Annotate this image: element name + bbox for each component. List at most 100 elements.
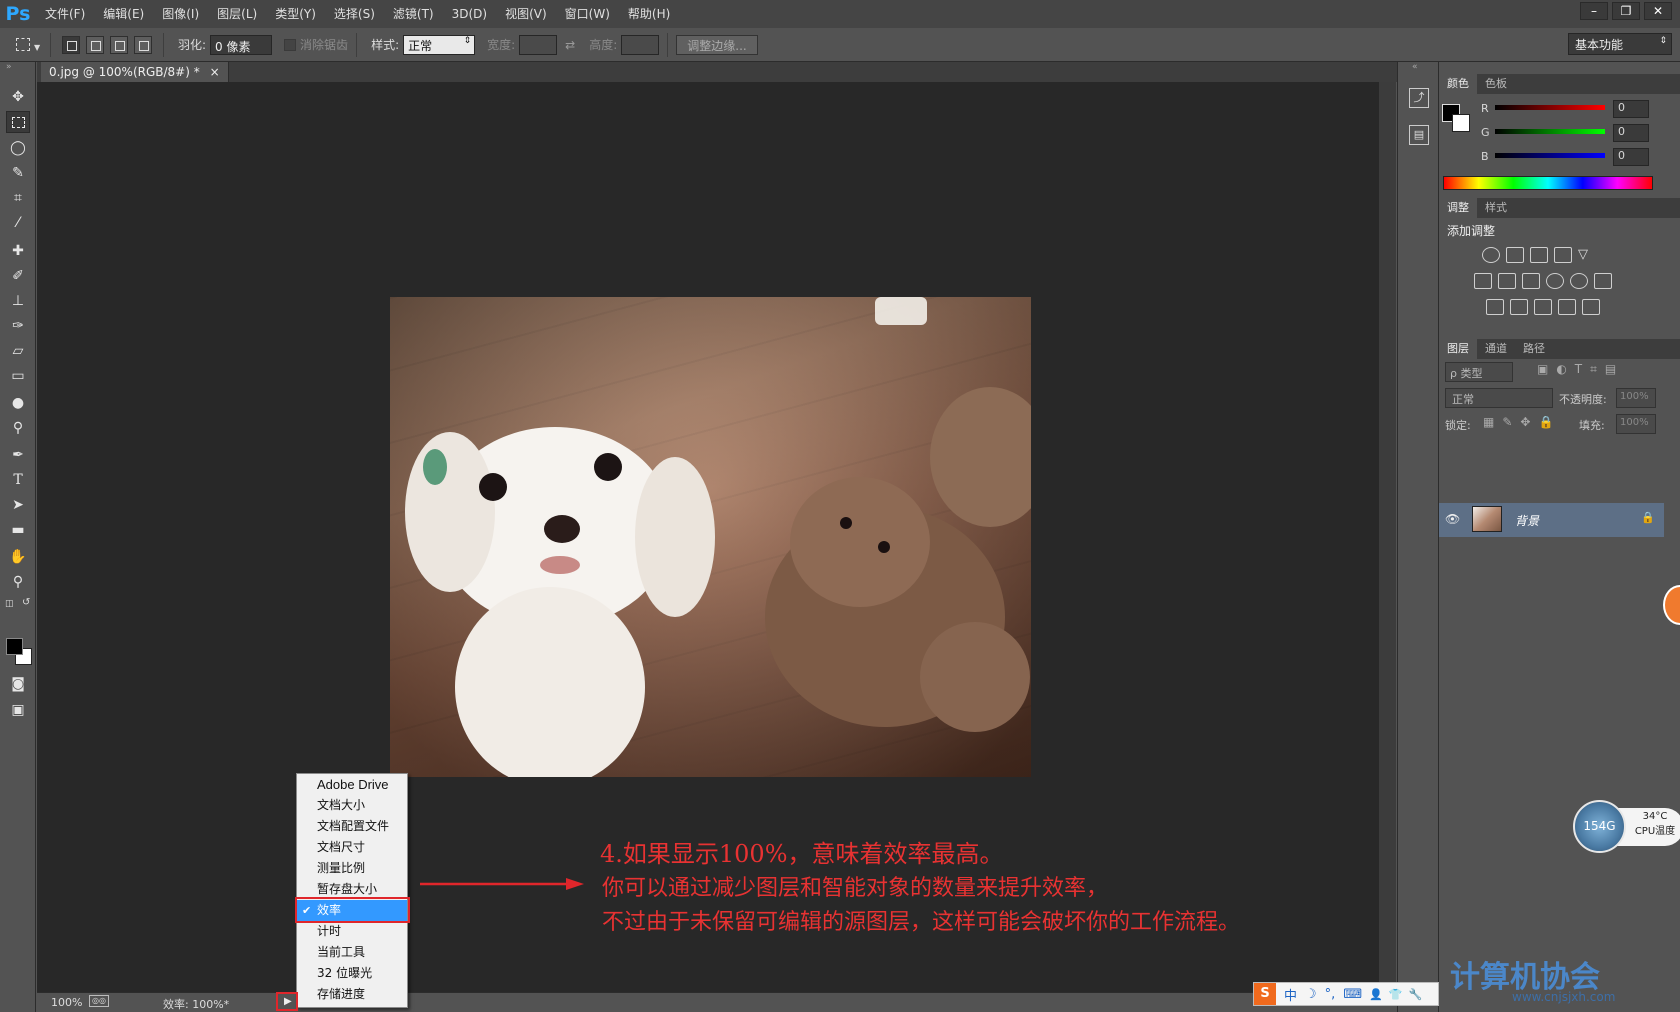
marquee-tool-icon[interactable] xyxy=(6,111,30,133)
color-spectrum-ramp[interactable] xyxy=(1443,176,1653,190)
intersect-selection-icon[interactable] xyxy=(134,35,152,54)
green-slider[interactable] xyxy=(1495,129,1605,134)
ime-tools-icon[interactable]: 🔧 xyxy=(1408,988,1422,1001)
blend-mode-select[interactable]: 正常 xyxy=(1445,388,1553,408)
menu-item-doc-size[interactable]: 文档大小 xyxy=(297,795,407,816)
close-tab-icon[interactable]: × xyxy=(210,65,220,79)
tab-layers[interactable]: 图层 xyxy=(1439,339,1477,359)
exposure-icon[interactable] xyxy=(1554,247,1572,263)
menu-layer[interactable]: 图层(L) xyxy=(208,0,266,28)
tab-adjustments[interactable]: 调整 xyxy=(1439,198,1477,218)
height-input[interactable] xyxy=(621,34,660,55)
ime-user-icon[interactable]: 👤 xyxy=(1369,988,1383,1001)
menu-item-timing[interactable]: 计时 xyxy=(297,921,407,942)
zoom-level[interactable]: 100% xyxy=(51,996,82,1009)
hue-saturation-icon[interactable] xyxy=(1474,273,1492,289)
dodge-tool-icon[interactable]: ⚲ xyxy=(6,417,30,439)
preview-icon[interactable]: ◎◎ xyxy=(89,995,109,1007)
menu-file[interactable]: 文件(F) xyxy=(36,0,94,28)
brush-tool-icon[interactable]: ✐ xyxy=(6,265,30,287)
minimize-button[interactable]: – xyxy=(1580,2,1608,20)
blue-value[interactable]: 0 xyxy=(1613,148,1649,166)
restore-button[interactable]: ❐ xyxy=(1612,2,1640,20)
tab-swatches[interactable]: 色板 xyxy=(1477,74,1515,94)
hand-tool-icon[interactable]: ✋ xyxy=(6,546,30,568)
menu-item-adobe-drive[interactable]: Adobe Drive xyxy=(297,774,407,795)
antialias-checkbox[interactable] xyxy=(284,38,297,51)
menu-filter[interactable]: 滤镜(T) xyxy=(384,0,443,28)
tab-color[interactable]: 颜色 xyxy=(1439,74,1477,94)
close-window-button[interactable]: ✕ xyxy=(1644,2,1672,20)
black-white-icon[interactable] xyxy=(1522,273,1540,289)
blue-slider[interactable] xyxy=(1495,153,1605,158)
brightness-icon[interactable] xyxy=(1482,247,1500,263)
channel-mixer-icon[interactable] xyxy=(1570,273,1588,289)
menu-3d[interactable]: 3D(D) xyxy=(443,0,496,28)
width-input[interactable] xyxy=(519,34,558,55)
pen-tool-icon[interactable]: ✒ xyxy=(6,444,30,466)
fill-input[interactable]: 100% xyxy=(1616,414,1656,434)
ime-keyboard-icon[interactable]: ⌨ xyxy=(1343,987,1362,1002)
menu-item-doc-dimensions[interactable]: 文档尺寸 xyxy=(297,837,407,858)
crop-tool-icon[interactable]: ⌗ xyxy=(6,187,30,209)
color-lookup-icon[interactable] xyxy=(1594,273,1612,289)
menu-item-doc-profile[interactable]: 文档配置文件 xyxy=(297,816,407,837)
quick-mask-icon[interactable]: ◙ xyxy=(6,673,30,695)
subtract-selection-icon[interactable] xyxy=(110,35,128,54)
panel-collapse-icon[interactable]: » xyxy=(6,62,12,72)
workspace-select[interactable]: 基本功能 ⇕ xyxy=(1568,33,1672,55)
tab-styles[interactable]: 样式 xyxy=(1477,198,1515,218)
sogou-logo-icon[interactable]: S xyxy=(1254,983,1276,1005)
swap-icon[interactable]: ⇄ xyxy=(565,38,575,52)
refine-edge-button[interactable]: 调整边缘... xyxy=(676,34,758,55)
red-value[interactable]: 0 xyxy=(1613,100,1649,118)
feather-input[interactable]: 0 像素 xyxy=(210,34,273,55)
layer-filter-select[interactable]: ρ 类型 xyxy=(1445,362,1513,382)
marquee-tool-preset-icon[interactable]: ▼ xyxy=(12,34,42,56)
menu-image[interactable]: 图像(I) xyxy=(153,0,208,28)
curves-icon[interactable] xyxy=(1530,247,1548,263)
blur-tool-icon[interactable]: ● xyxy=(6,392,30,414)
menu-item-measure-scale[interactable]: 测量比例 xyxy=(297,858,407,879)
eyedropper-icon[interactable]: ⁄ xyxy=(6,212,30,234)
quick-selection-icon[interactable]: ✎ xyxy=(6,162,30,184)
invert-icon[interactable] xyxy=(1486,299,1504,315)
menu-view[interactable]: 视图(V) xyxy=(496,0,556,28)
menu-help[interactable]: 帮助(H) xyxy=(619,0,679,28)
photo-filter-icon[interactable] xyxy=(1546,273,1564,289)
eraser-icon[interactable]: ▱ xyxy=(6,340,30,362)
lock-icons[interactable]: ▦✎✥🔒 xyxy=(1483,415,1561,429)
zoom-tool-icon[interactable]: ⚲ xyxy=(6,571,30,593)
ime-chinese-mode[interactable]: 中 xyxy=(1284,985,1297,1004)
memory-ball-widget[interactable]: 154G xyxy=(1573,800,1626,853)
red-slider[interactable] xyxy=(1495,105,1605,110)
layer-row-background[interactable]: 👁 背景 🔒 xyxy=(1439,503,1664,537)
selective-color-icon[interactable] xyxy=(1558,299,1576,315)
visibility-eye-icon[interactable]: 👁 xyxy=(1445,512,1460,526)
threshold-icon[interactable] xyxy=(1534,299,1552,315)
tab-channels[interactable]: 通道 xyxy=(1477,339,1515,359)
menu-item-current-tool[interactable]: 当前工具 xyxy=(297,942,407,963)
new-selection-icon[interactable] xyxy=(62,35,80,54)
history-panel-icon[interactable]: ⤴ xyxy=(1409,88,1429,108)
menu-window[interactable]: 窗口(W) xyxy=(556,0,619,28)
stamp-tool-icon[interactable]: ⊥ xyxy=(6,290,30,312)
dock-collapse-icon[interactable]: « xyxy=(1412,62,1418,72)
opacity-input[interactable]: 100% xyxy=(1616,388,1656,408)
gradient-tool-icon[interactable]: ▭ xyxy=(6,365,30,387)
move-tool-icon[interactable]: ✥ xyxy=(6,86,30,108)
path-select-icon[interactable]: ➤ xyxy=(6,494,30,516)
layer-name[interactable]: 背景 xyxy=(1515,512,1539,529)
ime-punctuation-icon[interactable]: °, xyxy=(1325,987,1336,1002)
swap-colors-icon[interactable]: ↺ xyxy=(22,597,30,608)
gradient-map-icon[interactable] xyxy=(1582,299,1600,315)
tab-paths[interactable]: 路径 xyxy=(1515,339,1553,359)
color-balance-icon[interactable] xyxy=(1498,273,1516,289)
type-tool-icon[interactable]: T xyxy=(6,469,30,491)
menu-type[interactable]: 类型(Y) xyxy=(266,0,325,28)
ime-halfwidth-icon[interactable]: ☽ xyxy=(1305,987,1317,1002)
history-brush-icon[interactable]: ✑ xyxy=(6,315,30,337)
screen-mode-icon[interactable]: ▣ xyxy=(6,699,30,721)
style-select[interactable]: 正常 ⇕ xyxy=(403,34,476,55)
green-value[interactable]: 0 xyxy=(1613,124,1649,142)
